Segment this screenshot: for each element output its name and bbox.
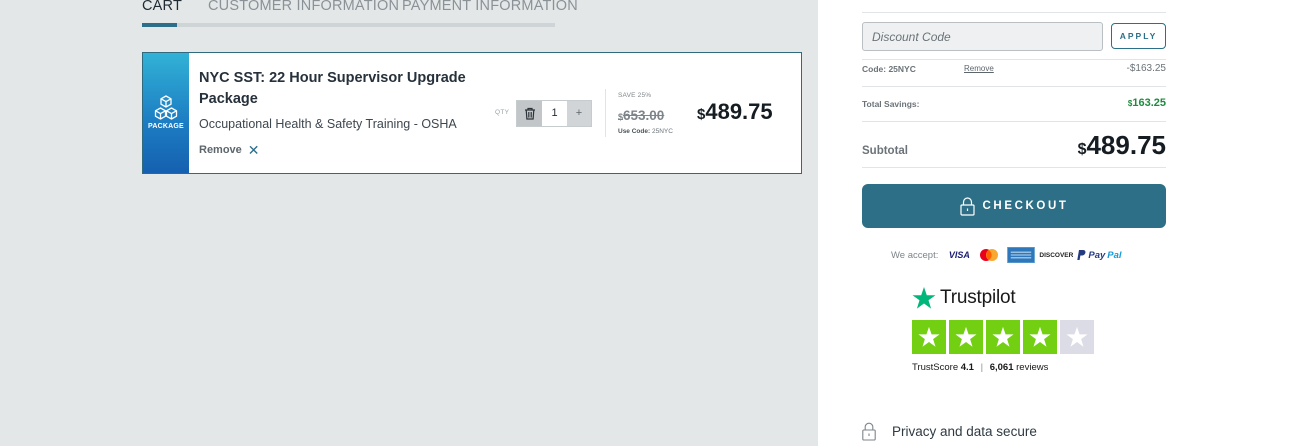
trustpilot-star-2 [949, 320, 983, 354]
save-percent-label: SAVE 25% [618, 92, 652, 99]
summary-divider [862, 59, 1166, 60]
item-title[interactable]: NYC SST: 22 Hour Supervisor Upgrade Pack… [199, 68, 489, 110]
paypal-pay-text: Pay [1088, 249, 1106, 261]
mastercard-logo [978, 247, 1000, 263]
item-price: $489.75 [697, 99, 773, 125]
star-icon [992, 326, 1014, 347]
quantity-stepper: 1 + [516, 100, 592, 127]
trustpilot-header: Trustpilot [912, 286, 1016, 310]
trash-icon [524, 107, 535, 120]
reviews-count: 6,061 [989, 362, 1014, 373]
cart-pane: CART CUSTOMER INFORMATION PAYMENT INFORM… [0, 0, 818, 446]
step-cart[interactable]: CART [142, 0, 182, 14]
total-savings-label: Total Savings: [862, 99, 920, 109]
order-summary-pane: APPLY Code: 25NYC Remove -$163.25 Total … [818, 0, 1307, 446]
trustpilot-widget[interactable]: Trustpilot TrustScore 4.1 | 6,061 review… [912, 286, 1094, 373]
remove-code-link[interactable]: Remove [964, 64, 994, 73]
package-boxes-icon [154, 95, 178, 120]
discount-code-input[interactable] [862, 22, 1103, 51]
trustscore-value: 4.1 [960, 362, 974, 373]
step-customer-information[interactable]: CUSTOMER INFORMATION [208, 0, 399, 14]
item-price-value: 489.75 [705, 99, 773, 124]
increase-quantity-button[interactable]: + [567, 101, 591, 126]
close-icon: ✕ [247, 141, 260, 158]
price-divider [605, 89, 606, 137]
use-code-value: 25NYC [651, 128, 673, 135]
trustscore-line: TrustScore 4.1 | 6,061 reviews [912, 362, 1048, 373]
summary-divider [862, 12, 1166, 13]
subtotal-amount: $489.75 [1078, 130, 1166, 161]
lock-icon [862, 422, 876, 441]
privacy-notice: Privacy and data secure [862, 422, 1037, 441]
reviews-label: reviews [1016, 362, 1049, 373]
paypal-logo: Pay Pal [1077, 247, 1122, 263]
apply-discount-button[interactable]: APPLY [1111, 23, 1166, 49]
subtotal-label: Subtotal [862, 145, 908, 157]
item-category: Occupational Health & Safety Training - … [199, 117, 457, 131]
star-icon [1066, 326, 1088, 347]
checkout-steps: CART CUSTOMER INFORMATION PAYMENT INFORM… [142, 0, 578, 28]
trustpilot-star-1 [912, 320, 946, 354]
accepted-payments: We accept: VISA DISCOVER Pay Pal [891, 247, 1122, 263]
summary-divider [862, 167, 1166, 168]
privacy-label: Privacy and data secure [892, 424, 1037, 439]
trustpilot-star-icon [912, 287, 936, 309]
quantity-value[interactable]: 1 [542, 101, 567, 126]
star-icon [1029, 326, 1051, 347]
code-discount-amount: -$163.25 [1126, 63, 1166, 74]
subtotal-value: 489.75 [1086, 130, 1166, 160]
cart-item: PACKAGE NYC SST: 22 Hour Supervisor Upgr… [142, 52, 802, 174]
summary-divider [862, 121, 1166, 122]
trustscore-separator: | [980, 362, 984, 373]
summary-divider [862, 86, 1166, 87]
delete-item-button[interactable] [517, 101, 542, 126]
trustscore-label: TrustScore [912, 362, 959, 373]
paypal-pal-text: Pal [1107, 249, 1122, 261]
trustpilot-brand: Trustpilot [940, 287, 1016, 308]
package-badge-label: PACKAGE [148, 123, 184, 130]
trustpilot-star-4 [1023, 320, 1057, 354]
trustpilot-stars [912, 320, 1094, 354]
applied-code-label: Code: 25NYC [862, 64, 916, 74]
original-price-value: 653.00 [623, 108, 665, 123]
remove-item-label: Remove [199, 144, 242, 156]
package-thumbnail: PACKAGE [143, 53, 189, 173]
we-accept-label: We accept: [891, 249, 939, 261]
use-code-label: Use Code: [618, 128, 651, 135]
savings-value: 163.25 [1132, 97, 1166, 109]
total-savings-amount: $163.25 [1128, 97, 1166, 109]
trustpilot-star-5 [1060, 320, 1094, 354]
original-price: $653.00 [618, 108, 664, 123]
discover-logo: DISCOVER [1039, 247, 1074, 263]
checkout-button[interactable]: CHECKOUT [862, 184, 1166, 228]
discover-label: DISCOVER [1039, 251, 1074, 259]
star-icon [955, 326, 977, 347]
lock-icon [959, 196, 975, 216]
visa-logo: VISA [948, 250, 970, 260]
star-icon [918, 326, 940, 347]
trustpilot-star-3 [986, 320, 1020, 354]
steps-progress-indicator [142, 23, 177, 27]
checkout-label: CHECKOUT [982, 200, 1069, 212]
remove-item-button[interactable]: Remove ✕ [199, 141, 260, 158]
use-code-hint: Use Code: 25NYC [618, 128, 673, 135]
qty-label: QTY [495, 109, 510, 116]
amex-logo [1007, 247, 1036, 263]
step-payment-information[interactable]: PAYMENT INFORMATION [402, 0, 578, 14]
steps-progress-track [142, 23, 555, 27]
